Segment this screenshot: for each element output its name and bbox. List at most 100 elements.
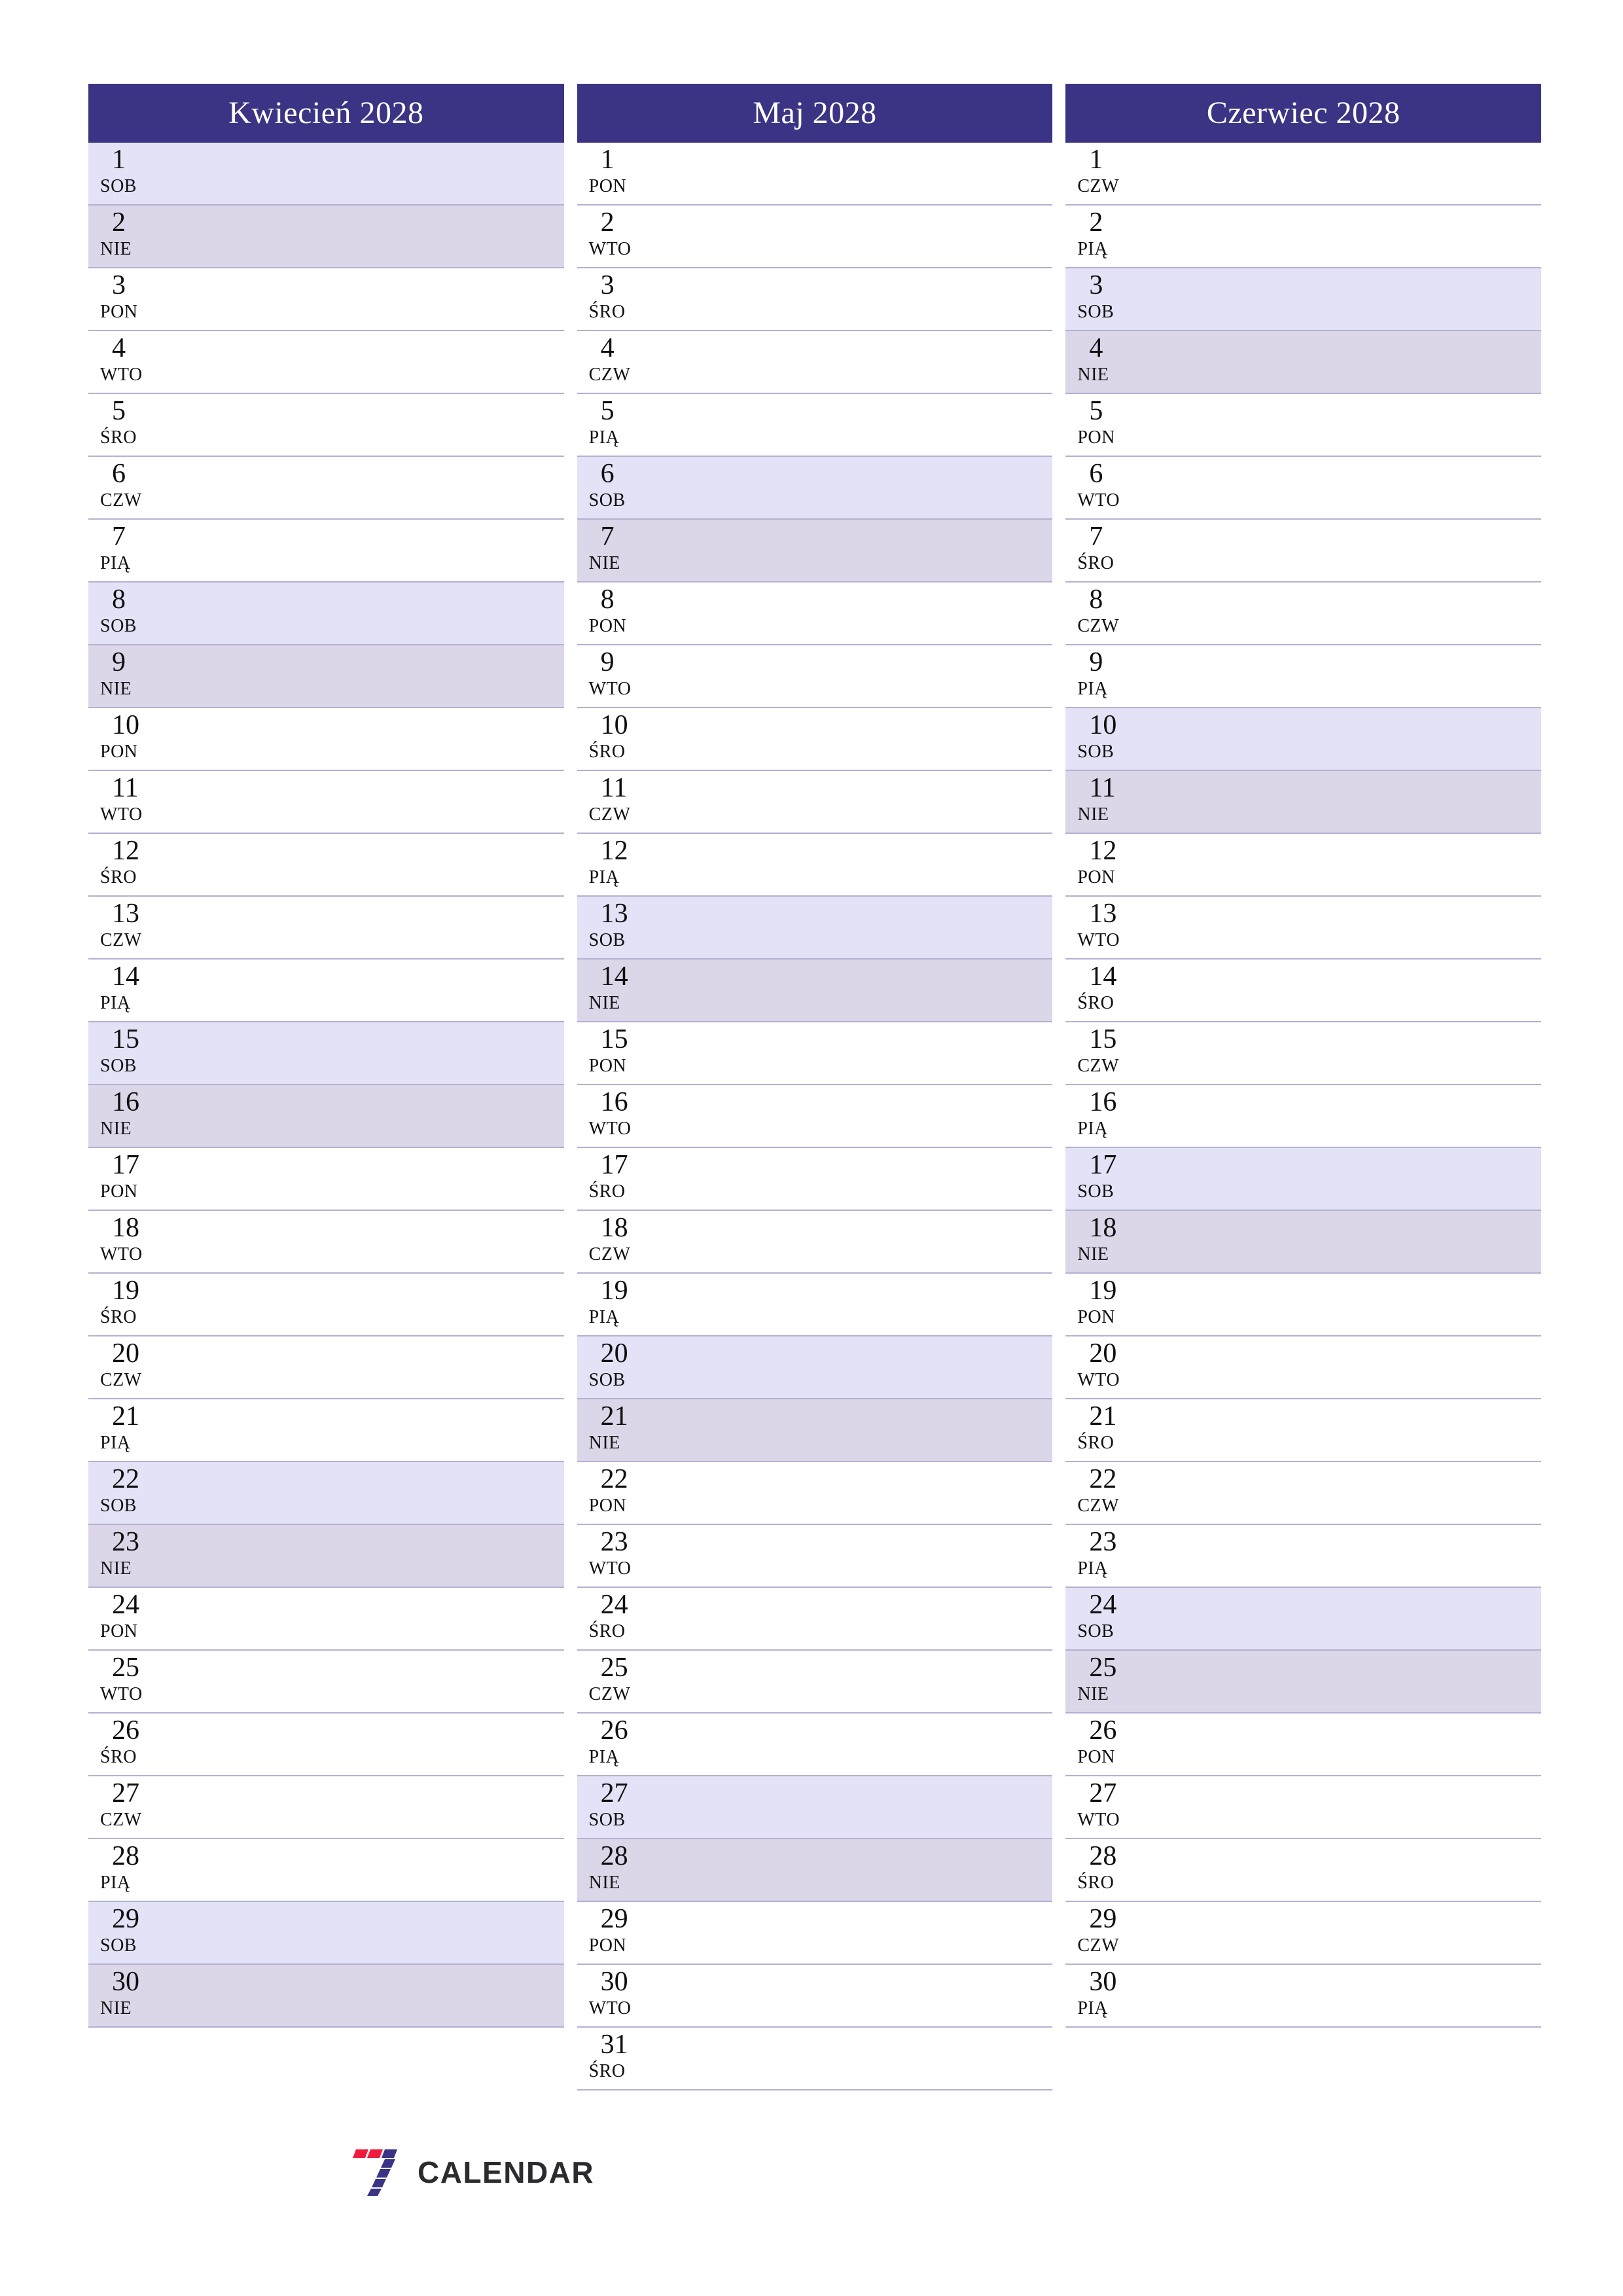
day-row[interactable]: 27 SOB bbox=[577, 1776, 1053, 1839]
day-row[interactable]: 5 ŚRO bbox=[88, 394, 564, 457]
day-row[interactable]: 7 PIĄ bbox=[88, 520, 564, 583]
day-row[interactable]: 25 CZW bbox=[577, 1651, 1053, 1713]
day-row[interactable]: 9 WTO bbox=[577, 645, 1053, 708]
day-row[interactable]: 2 PIĄ bbox=[1065, 206, 1542, 268]
day-row[interactable]: 20 CZW bbox=[88, 1336, 564, 1399]
day-row[interactable]: 6 SOB bbox=[577, 457, 1053, 520]
day-row[interactable]: 4 NIE bbox=[1065, 331, 1542, 394]
day-row[interactable]: 13 SOB bbox=[577, 897, 1053, 960]
day-row[interactable]: 1 CZW bbox=[1065, 143, 1542, 206]
day-row[interactable]: 31 ŚRO bbox=[577, 2028, 1053, 2090]
day-row[interactable]: 29 SOB bbox=[88, 1902, 564, 1965]
day-row[interactable]: 28 PIĄ bbox=[88, 1839, 564, 1902]
day-row[interactable]: 1 SOB bbox=[88, 143, 564, 206]
day-row[interactable]: 23 PIĄ bbox=[1065, 1525, 1542, 1588]
day-row[interactable]: 9 NIE bbox=[88, 645, 564, 708]
day-row[interactable]: 28 NIE bbox=[577, 1839, 1053, 1902]
day-row[interactable]: 24 ŚRO bbox=[577, 1588, 1053, 1651]
day-row[interactable]: 18 NIE bbox=[1065, 1211, 1542, 1274]
day-row[interactable]: 17 SOB bbox=[1065, 1148, 1542, 1211]
day-weekday-abbr: ŚRO bbox=[588, 1181, 626, 1202]
day-row[interactable]: 14 ŚRO bbox=[1065, 960, 1542, 1022]
day-row[interactable]: 20 WTO bbox=[1065, 1336, 1542, 1399]
day-row[interactable]: 29 CZW bbox=[1065, 1902, 1542, 1965]
day-number: 22 bbox=[600, 1464, 628, 1494]
day-row[interactable]: 22 PON bbox=[577, 1462, 1053, 1525]
day-row[interactable]: 3 SOB bbox=[1065, 268, 1542, 331]
day-row[interactable]: 16 NIE bbox=[88, 1085, 564, 1148]
day-row[interactable]: 8 SOB bbox=[88, 583, 564, 645]
day-row[interactable]: 18 WTO bbox=[88, 1211, 564, 1274]
day-row[interactable]: 7 ŚRO bbox=[1065, 520, 1542, 583]
day-row[interactable]: 14 NIE bbox=[577, 960, 1053, 1022]
day-row[interactable]: 10 PON bbox=[88, 708, 564, 771]
day-row[interactable]: 10 SOB bbox=[1065, 708, 1542, 771]
day-row[interactable]: 27 CZW bbox=[88, 1776, 564, 1839]
day-row[interactable]: 10 ŚRO bbox=[577, 708, 1053, 771]
day-row[interactable]: 26 ŚRO bbox=[88, 1713, 564, 1776]
day-row[interactable]: 15 PON bbox=[577, 1022, 1053, 1085]
day-row[interactable]: 19 PON bbox=[1065, 1274, 1542, 1336]
day-row[interactable]: 22 CZW bbox=[1065, 1462, 1542, 1525]
day-row[interactable]: 12 PIĄ bbox=[577, 834, 1053, 897]
day-row[interactable]: 23 NIE bbox=[88, 1525, 564, 1588]
day-row[interactable]: 26 PON bbox=[1065, 1713, 1542, 1776]
day-row[interactable]: 20 SOB bbox=[577, 1336, 1053, 1399]
day-row[interactable]: 30 PIĄ bbox=[1065, 1965, 1542, 2028]
day-row[interactable]: 4 WTO bbox=[88, 331, 564, 394]
day-row[interactable]: 5 PON bbox=[1065, 394, 1542, 457]
day-number: 26 bbox=[112, 1715, 139, 1746]
day-row[interactable]: 24 PON bbox=[88, 1588, 564, 1651]
day-row[interactable]: 29 PON bbox=[577, 1902, 1053, 1965]
day-row[interactable]: 11 CZW bbox=[577, 771, 1053, 834]
day-row[interactable]: 21 NIE bbox=[577, 1399, 1053, 1462]
day-row[interactable]: 27 WTO bbox=[1065, 1776, 1542, 1839]
day-row[interactable]: 3 PON bbox=[88, 268, 564, 331]
day-row[interactable]: 4 CZW bbox=[577, 331, 1053, 394]
day-row[interactable]: 14 PIĄ bbox=[88, 960, 564, 1022]
day-row[interactable]: 23 WTO bbox=[577, 1525, 1053, 1588]
day-row[interactable]: 2 WTO bbox=[577, 206, 1053, 268]
day-number: 6 bbox=[112, 459, 126, 489]
day-row[interactable]: 25 NIE bbox=[1065, 1651, 1542, 1713]
day-row[interactable]: 11 WTO bbox=[88, 771, 564, 834]
day-number: 28 bbox=[112, 1841, 139, 1871]
day-row[interactable]: 5 PIĄ bbox=[577, 394, 1053, 457]
day-row[interactable]: 9 PIĄ bbox=[1065, 645, 1542, 708]
day-row[interactable]: 2 NIE bbox=[88, 206, 564, 268]
day-row[interactable]: 12 PON bbox=[1065, 834, 1542, 897]
day-row[interactable]: 19 PIĄ bbox=[577, 1274, 1053, 1336]
day-row[interactable]: 24 SOB bbox=[1065, 1588, 1542, 1651]
day-row[interactable]: 15 SOB bbox=[88, 1022, 564, 1085]
day-row[interactable]: 26 PIĄ bbox=[577, 1713, 1053, 1776]
day-weekday-abbr: NIE bbox=[588, 553, 620, 573]
day-row[interactable]: 7 NIE bbox=[577, 520, 1053, 583]
day-row[interactable]: 17 ŚRO bbox=[577, 1148, 1053, 1211]
day-row[interactable]: 30 WTO bbox=[577, 1965, 1053, 2028]
day-row[interactable]: 8 PON bbox=[577, 583, 1053, 645]
day-row[interactable]: 12 ŚRO bbox=[88, 834, 564, 897]
day-row[interactable]: 15 CZW bbox=[1065, 1022, 1542, 1085]
day-row[interactable]: 1 PON bbox=[577, 143, 1053, 206]
day-number: 28 bbox=[1089, 1841, 1117, 1871]
day-row[interactable]: 19 ŚRO bbox=[88, 1274, 564, 1336]
day-row[interactable]: 11 NIE bbox=[1065, 771, 1542, 834]
day-row[interactable]: 30 NIE bbox=[88, 1965, 564, 2028]
day-row[interactable]: 28 ŚRO bbox=[1065, 1839, 1542, 1902]
day-row[interactable]: 16 PIĄ bbox=[1065, 1085, 1542, 1148]
day-row[interactable]: 3 ŚRO bbox=[577, 268, 1053, 331]
day-row[interactable]: 8 CZW bbox=[1065, 583, 1542, 645]
day-row[interactable]: 21 PIĄ bbox=[88, 1399, 564, 1462]
day-row[interactable]: 13 WTO bbox=[1065, 897, 1542, 960]
day-row[interactable]: 16 WTO bbox=[577, 1085, 1053, 1148]
day-row[interactable]: 6 CZW bbox=[88, 457, 564, 520]
day-row[interactable]: 17 PON bbox=[88, 1148, 564, 1211]
day-row[interactable]: 13 CZW bbox=[88, 897, 564, 960]
day-row[interactable]: 25 WTO bbox=[88, 1651, 564, 1713]
day-row[interactable]: 22 SOB bbox=[88, 1462, 564, 1525]
day-row[interactable]: 18 CZW bbox=[577, 1211, 1053, 1274]
day-row[interactable]: 6 WTO bbox=[1065, 457, 1542, 520]
month-title-3: Czerwiec 2028 bbox=[1206, 96, 1400, 130]
day-weekday-abbr: ŚRO bbox=[1077, 1873, 1115, 1893]
day-row[interactable]: 21 ŚRO bbox=[1065, 1399, 1542, 1462]
